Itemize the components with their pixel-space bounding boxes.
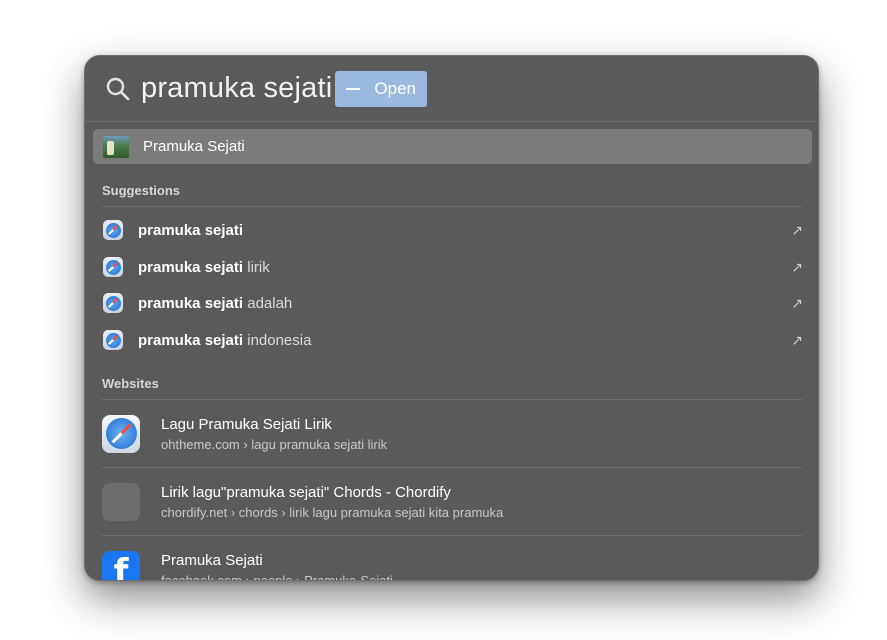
open-external-arrow-icon[interactable]: ↗ <box>791 222 803 239</box>
suggestion-item[interactable]: pramuka sejati ↗ <box>103 218 803 242</box>
open-action-chip[interactable]: Open <box>335 70 427 107</box>
websites-header: Websites <box>102 376 802 400</box>
search-bar[interactable]: pramuka sejati Open <box>85 56 818 122</box>
safari-icon <box>103 257 123 277</box>
safari-icon <box>103 220 123 240</box>
website-url: ohtheme.com › lagu pramuka sejati lirik <box>161 436 388 452</box>
blank-site-icon <box>102 482 140 521</box>
suggestions-header: Suggestions <box>102 183 802 207</box>
dash-icon <box>346 87 361 90</box>
website-url: facebook.com › people › Pramuka-Sejati <box>161 573 393 581</box>
top-hit-thumbnail-icon <box>103 135 129 158</box>
suggestion-rest-text: indonesia <box>243 331 312 349</box>
website-result[interactable]: f Pramuka Sejati facebook.com › people ›… <box>102 536 802 581</box>
open-external-arrow-icon[interactable]: ↗ <box>791 295 803 312</box>
website-result[interactable]: Lagu Pramuka Sejati Lirik ohtheme.com › … <box>102 400 802 468</box>
suggestion-bold-text: pramuka sejati <box>138 331 244 349</box>
suggestion-item[interactable]: pramuka sejati indonesia ↗ <box>103 328 803 352</box>
suggestion-rest-text: adalah <box>243 294 293 312</box>
open-external-arrow-icon[interactable]: ↗ <box>791 259 803 276</box>
suggestion-rest-text: lirik <box>243 258 270 276</box>
website-title: Lagu Pramuka Sejati Lirik <box>161 415 332 433</box>
website-url: chordify.net › chords › lirik lagu pramu… <box>161 504 504 520</box>
suggestion-item[interactable]: pramuka sejati adalah ↗ <box>103 291 803 315</box>
safari-icon <box>102 414 140 453</box>
safari-icon <box>103 330 123 350</box>
open-action-label: Open <box>374 78 416 98</box>
suggestion-bold-text: pramuka sejati <box>138 221 244 239</box>
magnifier-icon <box>106 77 130 100</box>
top-hit-label: Pramuka Sejati <box>143 138 245 155</box>
spotlight-window: pramuka sejati Open Pramuka Sejati Sugge… <box>84 55 819 581</box>
safari-icon <box>103 293 123 313</box>
website-result[interactable]: Lirik lagu"pramuka sejati" Chords - Chor… <box>102 468 802 536</box>
suggestion-item[interactable]: pramuka sejati lirik ↗ <box>103 255 803 279</box>
suggestion-bold-text: pramuka sejati <box>138 294 244 312</box>
website-title: Pramuka Sejati <box>161 552 263 569</box>
open-external-arrow-icon[interactable]: ↗ <box>791 332 803 349</box>
search-query-text[interactable]: pramuka sejati <box>141 72 332 105</box>
top-hit-row[interactable]: Pramuka Sejati <box>93 129 812 164</box>
suggestion-bold-text: pramuka sejati <box>138 258 244 276</box>
website-title: Lirik lagu"pramuka sejati" Chords - Chor… <box>161 483 451 501</box>
facebook-icon: f <box>102 551 140 580</box>
